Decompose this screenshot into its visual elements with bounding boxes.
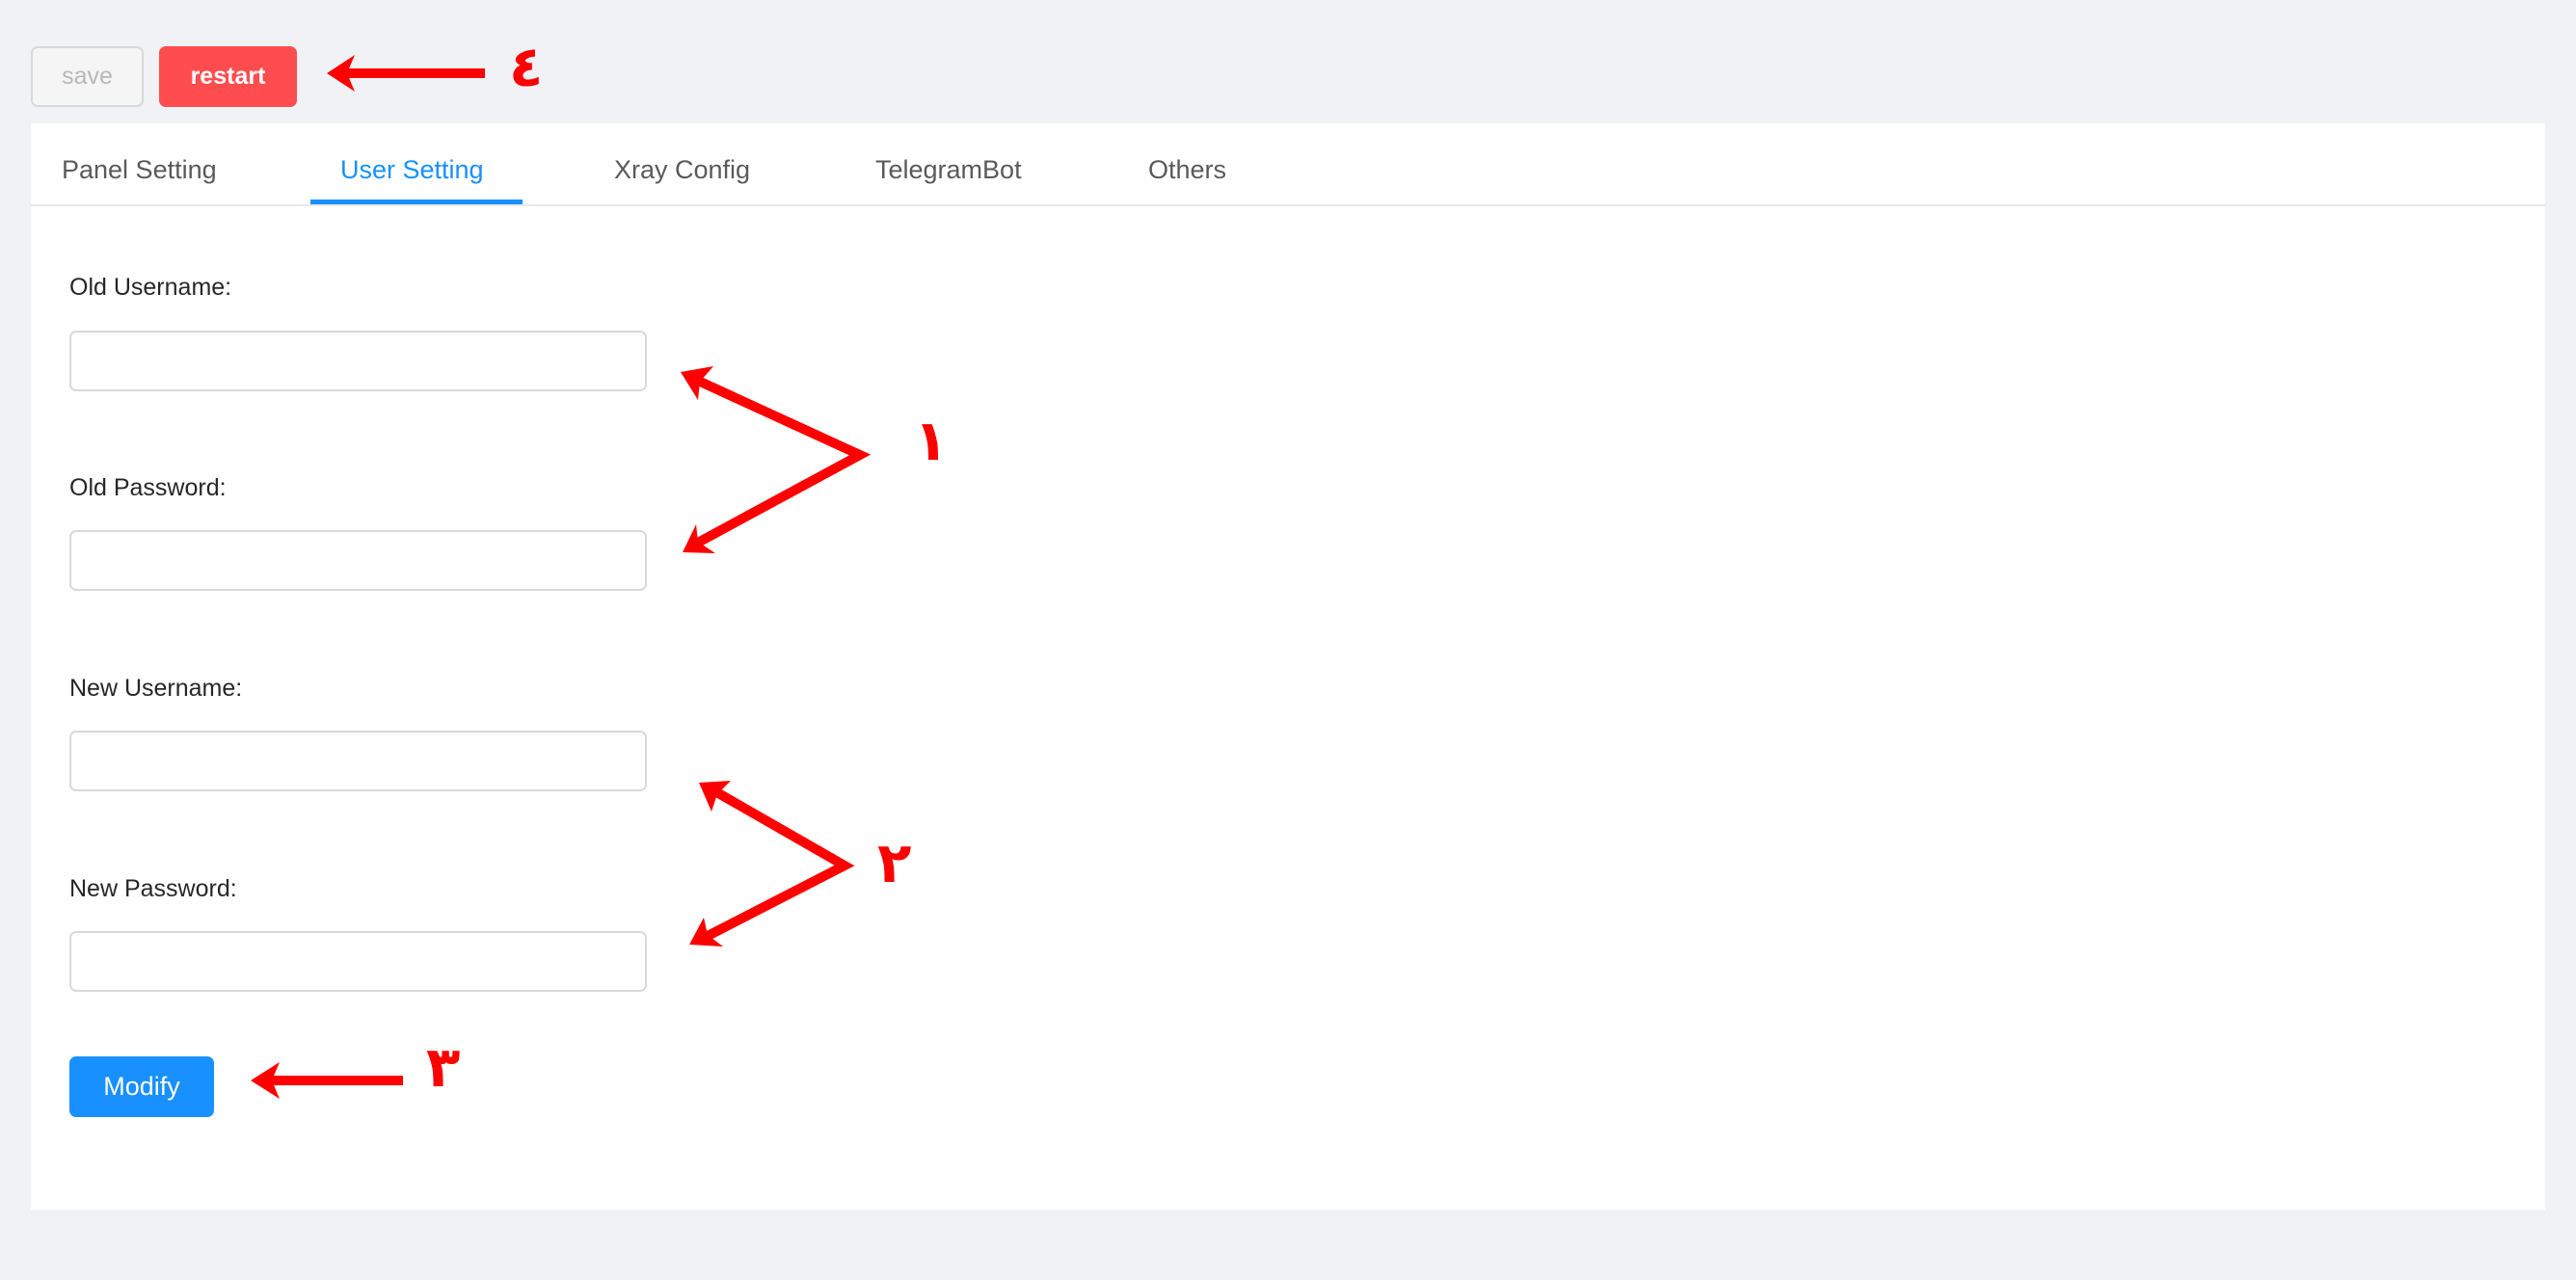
arrowhead-4 bbox=[327, 55, 355, 92]
old-password-input[interactable] bbox=[69, 530, 647, 591]
new-password-input[interactable] bbox=[69, 931, 647, 992]
tab-panel-setting[interactable]: Panel Setting bbox=[62, 123, 217, 206]
annotation-number-3: ٣ bbox=[426, 1034, 461, 1100]
annotation-number-2: ٢ bbox=[877, 830, 912, 895]
old-username-input[interactable] bbox=[69, 331, 647, 391]
old-password-label: Old Password: bbox=[69, 474, 227, 501]
old-username-label: Old Username: bbox=[69, 274, 232, 301]
tab-xray-config[interactable]: Xray Config bbox=[614, 123, 750, 206]
settings-tabs: Panel Setting User Setting Xray Config T… bbox=[31, 123, 2545, 206]
annotation-number-4: ٤ bbox=[509, 34, 544, 99]
restart-button[interactable]: restart bbox=[159, 46, 297, 107]
new-username-label: New Username: bbox=[69, 675, 243, 702]
active-tab-indicator bbox=[310, 200, 523, 204]
tab-user-setting[interactable]: User Setting bbox=[340, 123, 484, 206]
modify-button[interactable]: Modify bbox=[69, 1056, 214, 1117]
tab-others[interactable]: Others bbox=[1148, 123, 1226, 206]
settings-card: Panel Setting User Setting Xray Config T… bbox=[31, 123, 2545, 1210]
new-username-input[interactable] bbox=[69, 731, 647, 791]
save-button[interactable]: save bbox=[31, 46, 144, 107]
new-password-label: New Password: bbox=[69, 875, 237, 902]
annotation-number-1: ١ bbox=[914, 408, 949, 473]
tab-telegram-bot[interactable]: TelegramBot bbox=[875, 123, 1022, 206]
